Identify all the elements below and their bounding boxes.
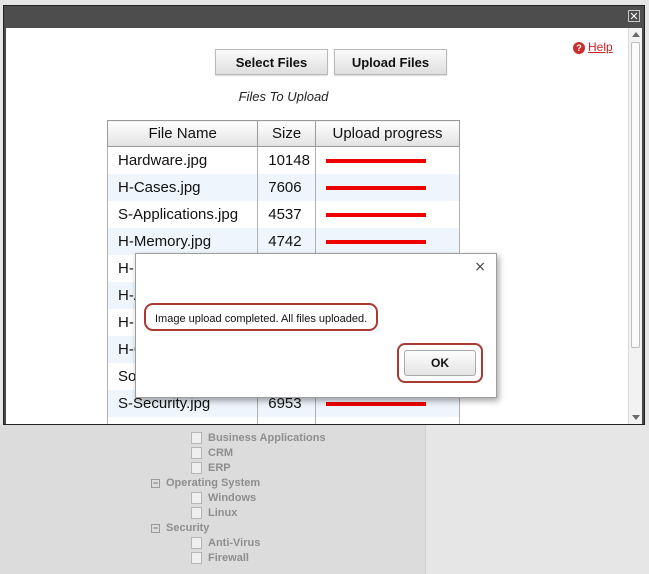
tree-group-operating-system[interactable]: − Operating System [151, 476, 260, 491]
page-icon [191, 447, 202, 460]
help-link[interactable]: ? Help [573, 40, 613, 54]
vertical-scrollbar[interactable] [628, 28, 642, 424]
progress-bar-fill [326, 240, 427, 245]
upload-progress-cell [315, 174, 460, 201]
tree-item-label: Linux [208, 507, 238, 519]
page-icon [191, 552, 202, 565]
column-header-upload-progress: Upload progress [315, 120, 460, 147]
tree-item-business-applications[interactable]: Business Applications [191, 431, 326, 446]
column-header-file-name: File Name [106, 120, 259, 147]
page-icon [191, 537, 202, 550]
collapse-icon[interactable]: − [151, 523, 160, 533]
progress-bar [326, 159, 427, 164]
progress-bar-fill [326, 402, 427, 407]
file-name-cell: S-Applications.jpg [106, 201, 259, 228]
progress-bar [326, 402, 427, 407]
page-icon [191, 432, 202, 445]
question-circle-icon: ? [573, 41, 585, 54]
modal-titlebar: ✕ [4, 6, 644, 28]
progress-bar-fill [326, 159, 427, 164]
file-name-cell: H-Video-Ca [106, 417, 259, 424]
tree-item-windows[interactable]: Windows [191, 491, 256, 506]
upload-progress-cell [315, 228, 460, 255]
tree-item-label: Security [166, 522, 210, 534]
progress-bar [326, 240, 427, 245]
file-size-cell: 7606 [257, 174, 317, 201]
tree-item-label: Windows [208, 492, 257, 504]
page-icon [191, 492, 202, 505]
upload-progress-cell [315, 417, 460, 424]
progress-bar-fill [326, 213, 427, 218]
tree-item-label: Anti-Virus [208, 537, 261, 549]
file-name-cell: H-Cases.jpg [106, 174, 259, 201]
upload-progress-cell [315, 201, 460, 228]
column-header-size: Size [257, 120, 317, 147]
upload-progress-cell [315, 146, 460, 174]
upload-complete-dialog: × Image upload completed. All files uplo… [135, 253, 497, 398]
scroll-up-arrow-icon[interactable] [632, 32, 640, 37]
file-size-cell [257, 417, 317, 424]
collapse-icon[interactable]: − [151, 478, 160, 488]
tree-item-anti-virus[interactable]: Anti-Virus [191, 536, 260, 551]
dialog-close-icon[interactable]: × [474, 259, 486, 275]
table-header-row: File Name Size Upload progress [106, 120, 460, 147]
file-size-cell: 4537 [257, 201, 317, 228]
table-row: S-Applications.jpg 4537 [106, 201, 460, 228]
files-to-upload-caption: Files To Upload [238, 89, 329, 104]
file-name-cell: H-Memory.jpg [106, 228, 259, 255]
table-row: H-Video-Ca [106, 417, 460, 424]
dialog-message: Image upload completed. All files upload… [144, 303, 379, 331]
table-row: Hardware.jpg 10148 [106, 146, 460, 174]
tree-item-firewall[interactable]: Firewall [191, 551, 249, 566]
tree-item-label: Operating System [166, 477, 261, 489]
file-name-cell: Hardware.jpg [106, 146, 259, 174]
scrollbar-thumb[interactable] [631, 42, 640, 348]
file-size-cell: 4742 [257, 228, 317, 255]
progress-bar-fill [326, 186, 427, 191]
page-icon [191, 462, 202, 475]
tree-item-linux[interactable]: Linux [191, 506, 237, 521]
tree-item-label: CRM [208, 447, 234, 459]
ok-button[interactable]: OK [404, 350, 476, 376]
close-icon[interactable]: ✕ [628, 10, 640, 22]
help-label: Help [588, 40, 613, 54]
right-panel [425, 424, 649, 574]
tree-item-label: ERP [208, 462, 231, 474]
upload-files-button[interactable]: Upload Files [334, 49, 447, 75]
tree-item-crm[interactable]: CRM [191, 446, 233, 461]
tree-item-label: Business Applications [208, 432, 326, 444]
table-row: H-Cases.jpg 7606 [106, 174, 460, 201]
file-size-cell: 10148 [257, 146, 317, 174]
tree-item-label: Firewall [208, 552, 249, 564]
page-icon [191, 507, 202, 520]
tree-group-security[interactable]: − Security [151, 521, 209, 536]
select-files-button[interactable]: Select Files [215, 49, 328, 75]
progress-bar [326, 186, 427, 191]
table-row: H-Memory.jpg 4742 [106, 228, 460, 255]
scroll-down-arrow-icon[interactable] [632, 415, 640, 420]
tree-item-erp[interactable]: ERP [191, 461, 231, 476]
ok-button-highlight: OK [397, 343, 483, 383]
progress-bar [326, 213, 427, 218]
